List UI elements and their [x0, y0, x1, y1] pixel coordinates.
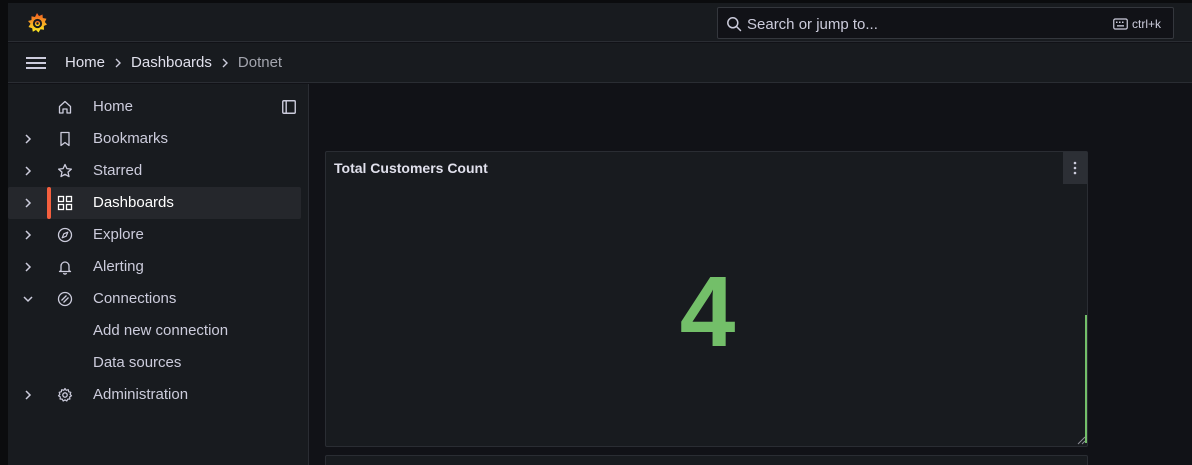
compass-icon: [57, 227, 73, 243]
breadcrumb: Home Dashboards Dotnet: [65, 54, 282, 71]
chevron-right-icon[interactable]: [22, 133, 34, 145]
keyboard-icon: [1113, 18, 1128, 30]
chevron-right-icon[interactable]: [22, 197, 34, 209]
search-icon: [727, 17, 742, 32]
sidebar-nav: Home Bookmarks Starred Dashboards Explor…: [8, 84, 309, 465]
chevron-right-icon[interactable]: [22, 229, 34, 241]
bookmark-icon: [60, 131, 70, 147]
bell-icon: [58, 261, 72, 275]
top-bar: Search or jump to... ctrl+k: [8, 3, 1192, 42]
star-icon: [57, 163, 73, 178]
sidebar-item-explore[interactable]: Explore: [8, 219, 301, 251]
breadcrumb-home[interactable]: Home: [65, 54, 105, 71]
sidebar-item-connections[interactable]: Connections: [8, 283, 301, 315]
breadcrumb-dashboards[interactable]: Dashboards: [131, 54, 212, 71]
sidebar-item-label: Dashboards: [93, 194, 174, 211]
dashboard-content: Total Customers Count 4: [310, 84, 1192, 465]
sidebar-item-dashboards[interactable]: Dashboards: [8, 187, 301, 219]
resize-handle-icon[interactable]: [1076, 435, 1086, 445]
search-placeholder: Search or jump to...: [747, 16, 878, 33]
apps-icon: [57, 195, 73, 211]
sidebar-item-bookmarks[interactable]: Bookmarks: [8, 123, 301, 155]
sidebar-item-label: Starred: [93, 162, 143, 179]
chevron-right-icon[interactable]: [22, 261, 34, 273]
chevron-right-icon[interactable]: [22, 389, 34, 401]
breadcrumb-current: Dotnet: [237, 54, 283, 71]
connections-icon: [57, 291, 73, 307]
sidebar-item-label: Alerting: [93, 258, 144, 275]
sidebar-item-label: Add new connection: [93, 322, 229, 339]
stat-panel-next[interactable]: [325, 455, 1088, 465]
chevron-right-icon[interactable]: [22, 165, 34, 177]
kebab-menu-icon: [1073, 161, 1077, 175]
grafana-logo-icon[interactable]: [25, 11, 49, 35]
chevron-down-icon[interactable]: [22, 293, 34, 305]
stat-value: 4: [679, 256, 736, 368]
active-indicator: [47, 187, 51, 219]
chevron-right-icon: [222, 58, 228, 67]
cog-icon: [57, 387, 73, 402]
sidebar-item-label: Explore: [93, 226, 144, 243]
home-icon: [58, 100, 72, 114]
sparkline: [1085, 315, 1087, 443]
stat-panel[interactable]: Total Customers Count 4: [325, 151, 1088, 447]
sidebar-item-data-sources[interactable]: Data sources: [8, 347, 301, 379]
window-frame-left: [0, 0, 8, 465]
sidebar-item-add-new-connection[interactable]: Add new connection: [8, 315, 301, 347]
hamburger-menu-icon[interactable]: [25, 55, 47, 71]
search-input[interactable]: Search or jump to... ctrl+k: [717, 7, 1174, 39]
shortcut-hint: ctrl+k: [1132, 17, 1162, 31]
breadcrumb-bar: Home Dashboards Dotnet: [8, 43, 1192, 83]
sidebar-item-label: Connections: [93, 290, 177, 307]
sidebar-item-alerting[interactable]: Alerting: [8, 251, 301, 283]
sidebar-item-label: Data sources: [93, 354, 182, 371]
chevron-right-icon: [115, 58, 122, 67]
panel-title: Total Customers Count: [334, 160, 488, 176]
sidebar-item-label: Bookmarks: [93, 130, 169, 147]
sidebar-item-starred[interactable]: Starred: [8, 155, 301, 187]
sidebar-item-label: Administration: [93, 386, 189, 403]
panel-menu-button[interactable]: [1063, 152, 1087, 184]
sidebar-item-home[interactable]: Home: [8, 91, 301, 123]
sidebar-item-administration[interactable]: Administration: [8, 379, 301, 411]
sidebar-item-label: Home: [93, 98, 134, 115]
